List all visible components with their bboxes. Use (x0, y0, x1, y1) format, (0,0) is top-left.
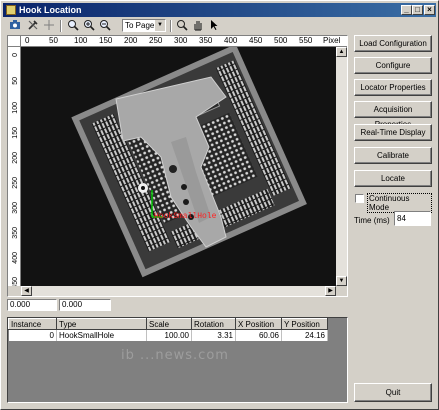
locate-button[interactable]: Locate (354, 170, 432, 187)
circuit-board-image: HookSmallHole (71, 47, 307, 278)
load-configuration-button[interactable]: Load Configuration (354, 35, 432, 52)
ruler-tick: 550 (299, 36, 313, 45)
y-coordinate-display: 0.000 (59, 299, 111, 311)
scroll-left-icon[interactable]: ◀ (21, 286, 32, 296)
minimize-button[interactable]: _ (401, 5, 412, 15)
ruler-tick: 100 (12, 102, 19, 114)
located-model-label: HookSmallHole (154, 212, 217, 221)
scroll-down-icon[interactable]: ▼ (336, 276, 347, 286)
zoom-select[interactable]: To Page ▼ (122, 19, 166, 32)
vertical-scrollbar[interactable]: ▲ ▼ (336, 47, 347, 286)
ruler-tick: 450 (249, 36, 263, 45)
calibrate-button[interactable]: Calibrate (354, 147, 432, 164)
hand-icon[interactable] (191, 19, 205, 33)
ruler-tick: 400 (12, 252, 19, 264)
zoom-in-icon[interactable] (82, 19, 96, 33)
ruler-tick: 500 (274, 36, 288, 45)
continuous-mode-label[interactable]: Continuous Mode (367, 193, 432, 213)
app-icon (6, 5, 16, 15)
scroll-right-icon[interactable]: ▶ (325, 286, 336, 296)
x-coordinate-display: 0.000 (7, 299, 57, 311)
acquisition-properties-button[interactable]: Acquisition Properties (354, 101, 432, 129)
continuous-mode-checkbox[interactable] (355, 194, 364, 203)
zoom-out-icon[interactable] (98, 19, 112, 33)
ruler-tick: 400 (224, 36, 238, 45)
watermark: ib ...news.com (121, 348, 229, 363)
column-header-scale[interactable]: Scale (146, 318, 192, 330)
zoom-fit-icon[interactable] (66, 19, 80, 33)
ruler-vertical: 0 50 100 150 200 250 300 350 400 450 (8, 47, 21, 286)
ruler-tick: 200 (12, 152, 19, 164)
zoom-select-value: To Page (125, 21, 155, 30)
toolbar: To Page ▼ (4, 18, 349, 34)
column-header-y-position[interactable]: Y Position (281, 318, 328, 330)
column-header-type[interactable]: Type (56, 318, 147, 330)
ruler-tick: 300 (12, 202, 19, 214)
ruler-tick: 50 (49, 36, 58, 45)
toolbar-separator (60, 20, 62, 32)
cell-instance: 0 (8, 329, 57, 341)
ruler-tick: 150 (12, 127, 19, 139)
chevron-down-icon[interactable]: ▼ (155, 20, 165, 31)
ruler-vertical-labels: 0 50 100 150 200 250 300 350 400 450 (12, 53, 19, 286)
ruler-unit: Pixel (323, 36, 341, 45)
camera-image[interactable]: HookSmallHole (21, 47, 336, 286)
cell-x-position: 60.06 (235, 329, 282, 341)
time-field[interactable]: 84 (394, 211, 431, 226)
ruler-tick: 0 (25, 36, 30, 45)
search-icon[interactable] (175, 19, 189, 33)
continuous-mode-checkbox-row[interactable]: Continuous Mode (354, 193, 432, 213)
pointer-icon[interactable] (207, 19, 221, 33)
ruler-tick: 250 (149, 36, 163, 45)
quit-button[interactable]: Quit (354, 383, 432, 402)
ruler-tick: 350 (12, 227, 19, 239)
camera-icon[interactable] (8, 19, 22, 33)
column-header-x-position[interactable]: X Position (235, 318, 282, 330)
x-coordinate-value: 0.000 (10, 300, 31, 309)
time-label: Time (ms) (354, 216, 390, 225)
scroll-up-icon[interactable]: ▲ (336, 47, 347, 57)
toolbar-separator (170, 20, 172, 32)
cell-type: HookSmallHole (56, 329, 147, 341)
maximize-button[interactable]: □ (412, 5, 423, 15)
ruler-tick: 300 (174, 36, 188, 45)
ruler-tick: 0 (12, 53, 19, 57)
horizontal-scrollbar[interactable]: ◀ ▶ (21, 286, 336, 296)
column-header-instance[interactable]: Instance (8, 318, 57, 330)
ruler-tick: 350 (199, 36, 213, 45)
ruler-corner (8, 36, 21, 47)
column-header-rotation[interactable]: Rotation (191, 318, 236, 330)
results-header-row: Instance Type Scale Rotation X Position … (8, 318, 328, 330)
table-row[interactable]: 0 HookSmallHole 100.00 3.31 60.06 24.16 (8, 329, 328, 341)
ruler-tick: 50 (12, 77, 19, 85)
cell-scale: 100.00 (146, 329, 192, 341)
ruler-tick: 100 (74, 36, 88, 45)
image-viewport: 0 50 100 150 200 250 300 350 400 450 500… (7, 35, 348, 297)
close-button[interactable]: × (424, 5, 435, 15)
real-time-display-button[interactable]: Real-Time Display (354, 124, 432, 141)
locator-properties-button[interactable]: Locator Properties (354, 79, 432, 96)
ruler-tick: 250 (12, 177, 19, 189)
ruler-tick: 150 (99, 36, 113, 45)
window-title: Hook Location (19, 5, 82, 15)
cell-y-position: 24.16 (281, 329, 328, 341)
tools-icon[interactable] (26, 19, 40, 33)
y-coordinate-value: 0.000 (62, 300, 83, 309)
app-window: Hook Location _ □ × To Page ▼ 0 50 100 1… (0, 0, 439, 410)
ruler-horizontal: 0 50 100 150 200 250 300 350 400 450 500… (21, 36, 347, 47)
crosshair-icon[interactable] (42, 19, 56, 33)
cell-rotation: 3.31 (191, 329, 236, 341)
ruler-tick: 200 (124, 36, 138, 45)
ruler-tick: 450 (12, 277, 19, 286)
configure-button[interactable]: Configure (354, 57, 432, 74)
title-bar[interactable]: Hook Location _ □ × (3, 3, 436, 17)
